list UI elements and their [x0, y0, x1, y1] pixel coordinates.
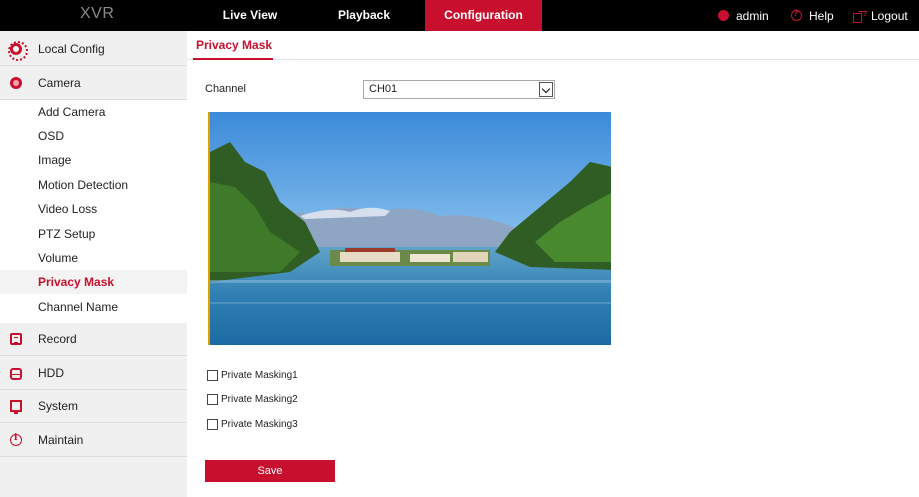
sidebar-item-system[interactable]: System	[0, 390, 187, 423]
logout-link[interactable]: Logout	[853, 0, 908, 31]
sidebar-item-label: Local Config	[38, 42, 105, 56]
sidebar-subitem-privacy-mask[interactable]: Privacy Mask	[0, 270, 187, 294]
sidebar-subitem-ptz-setup[interactable]: PTZ Setup	[0, 222, 187, 246]
sidebar-item-record[interactable]: Record	[0, 323, 187, 356]
sidebar-subitem-volume[interactable]: Volume	[0, 246, 187, 270]
sidebar-subitem-osd[interactable]: OSD	[0, 124, 187, 148]
sidebar-subitem-add-camera[interactable]: Add Camera	[0, 100, 187, 124]
user-menu[interactable]: admin	[718, 0, 769, 31]
sidebar-subitem-image[interactable]: Image	[0, 148, 187, 172]
main-content: Privacy Mask Channel CH01 Private Maskin…	[187, 31, 919, 497]
sidebar-item-hdd[interactable]: HDD	[0, 357, 187, 390]
checkbox-label: Private Masking2	[221, 393, 298, 405]
tab-divider	[187, 59, 919, 60]
help-link[interactable]: Help	[791, 0, 834, 31]
app-logo: XVR	[80, 5, 115, 22]
checkbox-box[interactable]	[207, 369, 218, 381]
help-label: Help	[809, 8, 834, 23]
hdd-icon	[10, 368, 22, 380]
preview-image	[210, 112, 611, 345]
private-masking-2-checkbox[interactable]: Private Masking2	[207, 392, 298, 406]
tab-playback[interactable]: Playback	[314, 0, 414, 31]
tab-live-view[interactable]: Live View	[200, 0, 300, 31]
checkbox-label: Private Masking1	[221, 369, 298, 381]
top-bar: XVR Live View Playback Configuration adm…	[0, 0, 919, 31]
sidebar-subitem-motion-detection[interactable]: Motion Detection	[0, 173, 187, 197]
sidebar-item-label: Record	[38, 332, 77, 346]
channel-label: Channel	[205, 83, 246, 95]
active-tab-underline	[193, 58, 273, 60]
user-icon	[718, 10, 729, 21]
info-icon	[10, 433, 22, 446]
private-masking-3-checkbox[interactable]: Private Masking3	[207, 417, 298, 431]
user-label: admin	[736, 8, 769, 23]
sidebar-item-label: Maintain	[38, 433, 84, 447]
sidebar-item-label: HDD	[38, 366, 64, 380]
video-preview[interactable]	[208, 112, 611, 345]
channel-select-value: CH01	[369, 83, 398, 95]
checkbox-box[interactable]	[207, 418, 218, 430]
save-button[interactable]: Save	[205, 460, 335, 482]
sidebar-item-label: Camera	[38, 76, 81, 90]
sidebar-item-label: System	[38, 399, 79, 413]
logout-icon	[853, 11, 864, 23]
sidebar-item-local-config[interactable]: Local Config	[0, 33, 187, 66]
sidebar-item-camera[interactable]: Camera	[0, 67, 187, 100]
gear-icon	[8, 41, 28, 61]
logout-label: Logout	[871, 8, 908, 23]
monitor-icon	[10, 400, 22, 414]
tab-privacy-mask[interactable]: Privacy Mask	[196, 38, 272, 52]
camera-icon	[10, 77, 22, 89]
camera-submenu: Add Camera OSD Image Motion Detection Vi…	[0, 100, 187, 323]
record-icon	[10, 333, 22, 345]
sidebar-item-maintain[interactable]: Maintain	[0, 424, 187, 457]
help-icon	[791, 8, 802, 21]
private-masking-1-checkbox[interactable]: Private Masking1	[207, 368, 298, 382]
sidebar-subitem-video-loss[interactable]: Video Loss	[0, 197, 187, 221]
tab-configuration[interactable]: Configuration	[425, 0, 542, 31]
checkbox-label: Private Masking3	[221, 418, 298, 430]
sidebar-subitem-channel-name[interactable]: Channel Name	[0, 295, 187, 319]
checkbox-box[interactable]	[207, 393, 218, 405]
sidebar: Local Config Camera Add Camera OSD Image…	[0, 31, 187, 497]
channel-select[interactable]: CH01	[363, 80, 555, 99]
chevron-down-icon	[539, 82, 553, 97]
